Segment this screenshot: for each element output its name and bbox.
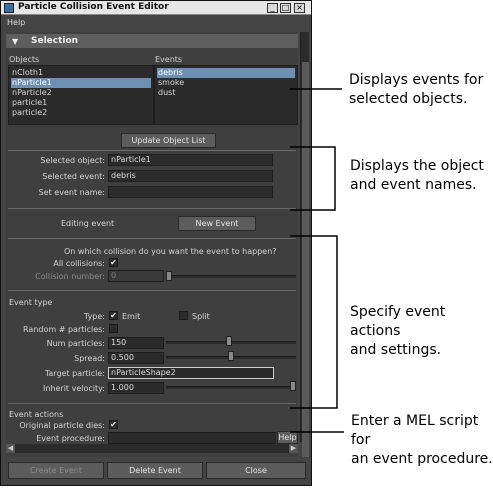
callout-line: an event procedure. — [351, 451, 493, 467]
callout-object-event-names: Displays the object and event names. — [350, 157, 484, 195]
callout-event-actions: Specify event actions and settings. — [350, 303, 493, 360]
callout-line: Enter a MEL script for — [351, 413, 479, 448]
callout-mel-script: Enter a MEL script for an event procedur… — [351, 412, 493, 469]
callout-line: Displays events for — [349, 72, 484, 88]
callout-line: Specify event actions — [350, 304, 446, 339]
callout-line: selected objects. — [349, 91, 468, 107]
callout-line: and event names. — [350, 177, 477, 193]
callout-line: Displays the object — [350, 158, 484, 174]
callout-line: and settings. — [350, 342, 442, 358]
callout-events-for-objects: Displays events for selected objects. — [349, 71, 483, 109]
